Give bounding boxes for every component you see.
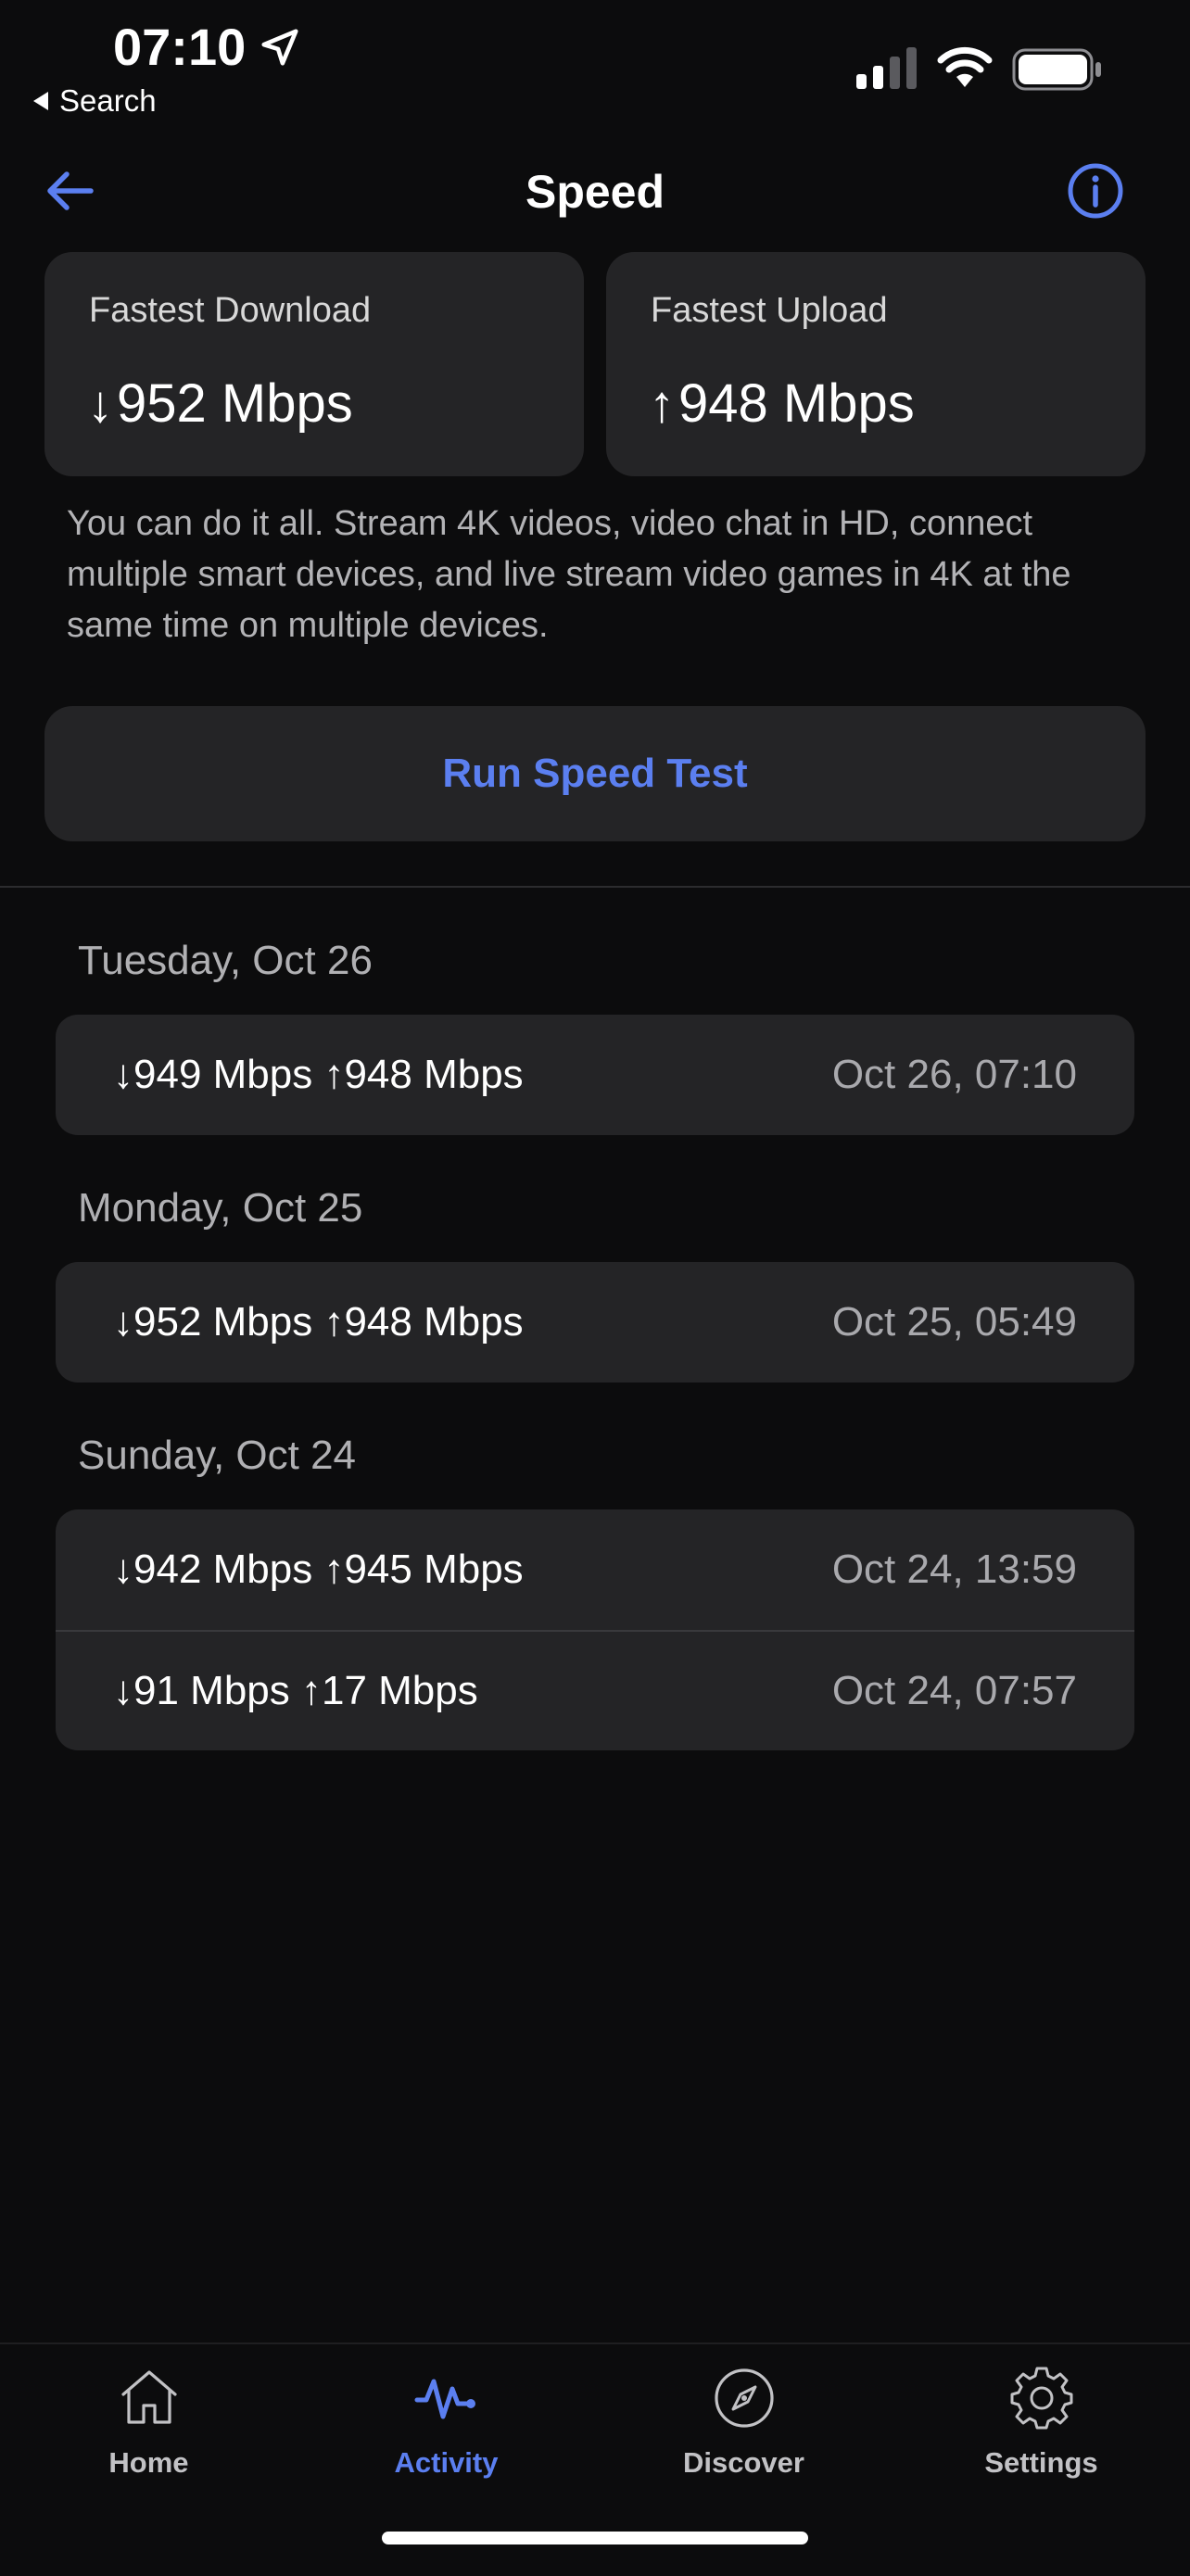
fastest-upload-card: Fastest Upload ↑ 948 Mbps (606, 252, 1146, 476)
fastest-download-card: Fastest Download ↓ 952 Mbps (44, 252, 584, 476)
tab-activity[interactable]: Activity (298, 2363, 595, 2502)
tab-activity-label: Activity (394, 2446, 499, 2479)
fastest-upload-value-row: ↑ 948 Mbps (649, 373, 915, 435)
wifi-icon (937, 46, 993, 87)
arrow-left-icon (47, 171, 94, 210)
info-button[interactable] (1064, 159, 1127, 222)
run-speed-test-button[interactable]: Run Speed Test (44, 706, 1146, 841)
arrow-down-icon: ↓ (87, 374, 113, 433)
result-group: ↓942 Mbps ↑945 Mbps Oct 24, 13:59 ↓91 Mb… (56, 1509, 1134, 1750)
fastest-download-value-row: ↓ 952 Mbps (87, 373, 353, 435)
compass-icon (714, 2368, 774, 2428)
status-bar: 07:10 Search (0, 0, 1190, 130)
result-group: ↓949 Mbps ↑948 Mbps Oct 26, 07:10 (56, 1015, 1134, 1135)
result-group: ↓952 Mbps ↑948 Mbps Oct 25, 05:49 (56, 1262, 1134, 1383)
day-heading: Sunday, Oct 24 (78, 1433, 357, 1478)
day-heading: Tuesday, Oct 26 (78, 938, 373, 983)
tab-settings-label: Settings (984, 2446, 1098, 2479)
status-time-text: 07:10 (113, 18, 247, 76)
back-triangle-icon (33, 92, 48, 110)
fastest-upload-value: 948 Mbps (678, 373, 915, 434)
day-heading: Monday, Oct 25 (78, 1185, 363, 1231)
fastest-download-label: Fastest Download (89, 291, 372, 330)
speed-description: You can do it all. Stream 4K videos, vid… (67, 504, 1071, 645)
home-indicator[interactable] (382, 2532, 808, 2544)
status-time: 07:10 (113, 17, 301, 77)
result-time: Oct 26, 07:10 (831, 1052, 1077, 1097)
result-time: Oct 25, 05:49 (831, 1299, 1077, 1345)
info-icon (1068, 163, 1123, 219)
tab-discover[interactable]: Discover (595, 2363, 892, 2502)
result-time: Oct 24, 13:59 (831, 1547, 1077, 1592)
result-row[interactable]: ↓91 Mbps ↑17 Mbps Oct 24, 07:57 (56, 1630, 1134, 1750)
result-speeds: ↓949 Mbps ↑948 Mbps (113, 1052, 524, 1097)
result-row[interactable]: ↓949 Mbps ↑948 Mbps Oct 26, 07:10 (56, 1015, 1134, 1135)
section-divider (0, 886, 1190, 888)
fastest-upload-label: Fastest Upload (651, 291, 888, 330)
result-row[interactable]: ↓942 Mbps ↑945 Mbps Oct 24, 13:59 (56, 1509, 1134, 1630)
tab-home-label: Home (108, 2446, 189, 2479)
arrow-up-icon: ↑ (649, 374, 675, 433)
tab-home[interactable]: Home (0, 2363, 298, 2502)
result-speeds: ↓942 Mbps ↑945 Mbps (113, 1547, 524, 1592)
result-speeds: ↓952 Mbps ↑948 Mbps (113, 1299, 524, 1345)
result-time: Oct 24, 07:57 (831, 1668, 1077, 1713)
battery-icon (1012, 48, 1101, 91)
back-to-search-link[interactable]: Search (33, 83, 157, 119)
gear-icon (1010, 2367, 1072, 2430)
location-arrow-icon (261, 28, 298, 66)
activity-icon (414, 2379, 475, 2419)
back-to-search-label: Search (59, 83, 157, 118)
back-button[interactable] (39, 159, 102, 222)
home-icon (120, 2370, 177, 2424)
tab-discover-label: Discover (683, 2446, 804, 2479)
result-speeds: ↓91 Mbps ↑17 Mbps (113, 1668, 478, 1713)
fastest-download-value: 952 Mbps (117, 373, 353, 434)
tab-settings[interactable]: Settings (892, 2363, 1190, 2502)
page-title: Speed (525, 166, 665, 218)
cellular-signal-icon (856, 47, 917, 89)
result-row[interactable]: ↓952 Mbps ↑948 Mbps Oct 25, 05:49 (56, 1262, 1134, 1383)
